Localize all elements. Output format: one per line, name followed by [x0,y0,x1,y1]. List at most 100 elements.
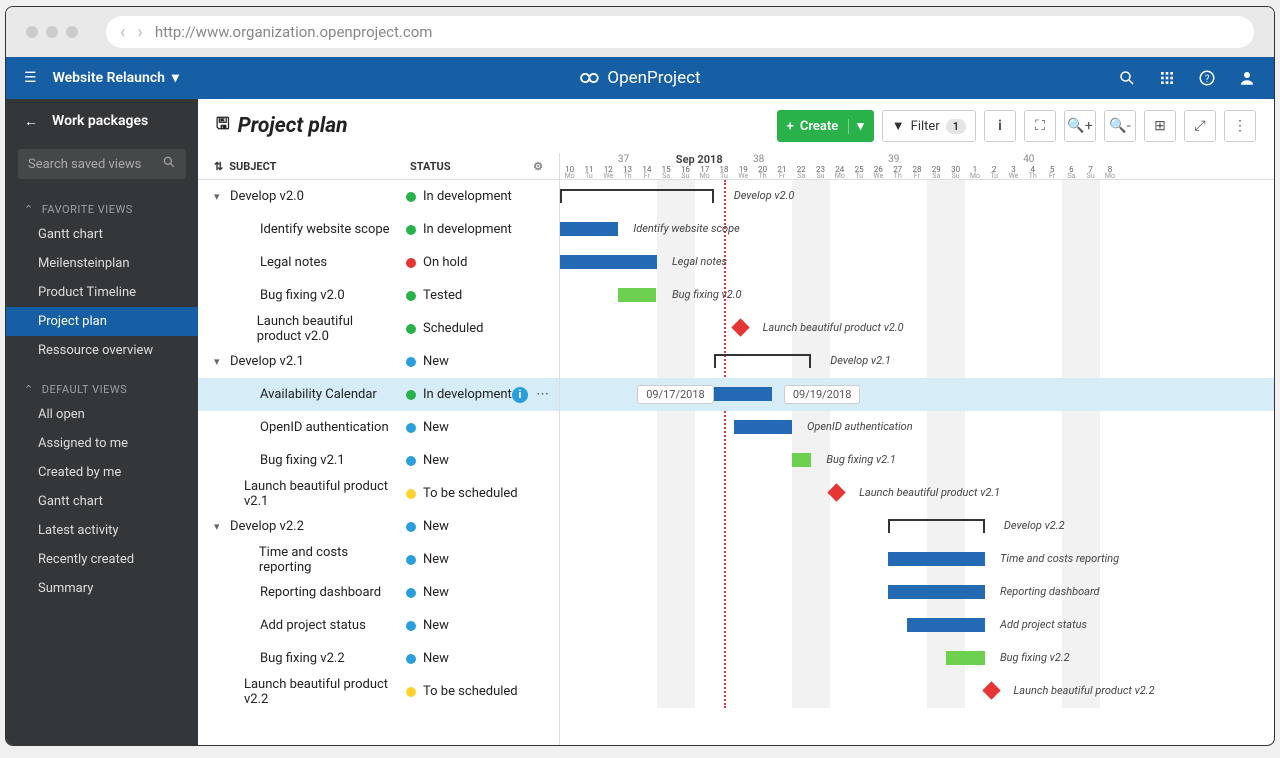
gantt-task-bar[interactable] [734,420,792,434]
gantt-milestone[interactable] [731,318,749,336]
default-views-head[interactable]: ⌃DEFAULT VIEWS [6,379,198,400]
gantt-row[interactable]: Launch beautiful product v2.0 [560,312,1274,345]
date-start-pill[interactable]: 09/17/2018 [637,385,714,404]
table-row[interactable]: Time and costs reportingNew [198,543,559,576]
auto-zoom-icon[interactable]: ⊞ [1144,110,1176,142]
gantt-task-bar[interactable] [618,288,657,302]
sidebar-item-summary[interactable]: Summary [6,574,198,603]
help-icon[interactable]: ? [1198,69,1216,87]
gantt-task-bar[interactable] [907,618,984,632]
hamburger-icon[interactable]: ☰ [24,70,37,86]
table-row[interactable]: ▾Develop v2.1New [198,345,559,378]
gantt-row[interactable]: Bug fixing v2.0 [560,279,1274,312]
sidebar-item-gantt-chart[interactable]: Gantt chart [6,220,198,249]
sidebar-item-recently-created[interactable]: Recently created [6,545,198,574]
sidebar-item-project-plan[interactable]: Project plan [6,307,198,336]
gantt-row[interactable]: Launch beautiful product v2.1 [560,477,1274,510]
zoom-out-icon[interactable]: 🔍- [1104,110,1136,142]
sidebar-item-assigned-to-me[interactable]: Assigned to me [6,429,198,458]
sidebar-item-product-timeline[interactable]: Product Timeline [6,278,198,307]
gantt-milestone[interactable] [827,483,845,501]
gantt-task-bar[interactable] [888,552,985,566]
project-selector[interactable]: Website Relaunch ▾ [53,70,179,86]
table-row[interactable]: Reporting dashboardNew [198,576,559,609]
table-row[interactable]: Bug fixing v2.0Tested [198,279,559,312]
date-end-pill[interactable]: 09/19/2018 [784,385,861,404]
gantt-row[interactable]: Time and costs reporting [560,543,1274,576]
table-row[interactable]: Add project statusNew [198,609,559,642]
traffic-light-close[interactable] [26,26,38,38]
table-row[interactable]: Bug fixing v2.1New [198,444,559,477]
gantt-task-bar[interactable] [714,387,772,401]
filter-button[interactable]: ▼Filter1 [882,110,976,142]
gantt-row[interactable]: Identify website scope [560,213,1274,246]
info-icon[interactable]: i [984,110,1016,142]
sidebar-item-meilensteinplan[interactable]: Meilensteinplan [6,249,198,278]
gantt-row[interactable]: Launch beautiful product v2.2 [560,675,1274,708]
chevron-down-icon[interactable]: ▾ [214,520,230,533]
sidebar-item-gantt-chart[interactable]: Gantt chart [6,487,198,516]
gantt-row[interactable]: Bug fixing v2.1 [560,444,1274,477]
gantt-row[interactable]: Develop v2.0 [560,180,1274,213]
gantt-timeline-header: Sep 20183738394010Mo11Tu12We13Th14Fr15Sa… [560,153,1274,180]
chevron-down-icon[interactable]: ▾ [214,190,230,203]
gantt-summary-bar[interactable] [560,189,714,203]
more-icon[interactable]: ⋯ [536,387,549,403]
expand-icon[interactable]: ⤢ [1184,110,1216,142]
search-icon[interactable] [1118,69,1136,87]
gantt-row[interactable]: Bug fixing v2.2 [560,642,1274,675]
gantt-task-bar[interactable] [888,585,985,599]
apps-grid-icon[interactable] [1158,69,1176,87]
table-row[interactable]: ▾Develop v2.0In development [198,180,559,213]
sidebar-back[interactable]: ← Work packages [6,99,198,143]
save-icon[interactable]: 🖫 [216,113,230,140]
gantt-summary-bar[interactable] [888,519,985,533]
sidebar-item-all-open[interactable]: All open [6,400,198,429]
traffic-light-min[interactable] [46,26,58,38]
table-row[interactable]: Availability CalendarIn developmenti⋯ [198,378,559,411]
brand-logo[interactable]: OpenProject [579,68,700,88]
zoom-in-icon[interactable]: 🔍+ [1064,110,1096,142]
sidebar-item-latest-activity[interactable]: Latest activity [6,516,198,545]
fullscreen-icon[interactable]: ⛶ [1024,110,1056,142]
gantt-task-bar[interactable] [560,222,618,236]
browser-back-icon[interactable]: ‹ [120,22,125,43]
gear-icon[interactable]: ⚙ [533,160,543,173]
gantt-row[interactable]: 09/17/2018 09/19/2018 [560,378,1274,411]
sort-icon[interactable]: ⇅ [214,160,223,173]
sidebar-search[interactable]: Search saved views [18,149,186,179]
row-subject: Develop v2.2 [230,519,304,534]
table-row[interactable]: Legal notesOn hold [198,246,559,279]
gantt-row[interactable]: OpenID authentication [560,411,1274,444]
table-row[interactable]: Launch beautiful product v2.1To be sched… [198,477,559,510]
create-button[interactable]: +Create▾ [777,110,874,142]
traffic-light-max[interactable] [66,26,78,38]
toolbar: 🖫 Project plan +Create▾ ▼Filter1 i ⛶ 🔍+ … [198,99,1274,153]
url-bar[interactable]: ‹ › http://www.organization.openproject.… [106,16,1254,48]
info-icon[interactable]: i [512,387,528,403]
gantt-task-bar[interactable] [792,453,811,467]
sidebar-item-created-by-me[interactable]: Created by me [6,458,198,487]
chevron-down-icon[interactable]: ▾ [214,355,230,368]
table-row[interactable]: Launch beautiful product v2.0Scheduled [198,312,559,345]
gantt-row[interactable]: Develop v2.2 [560,510,1274,543]
gantt-row[interactable]: Legal notes [560,246,1274,279]
sidebar-item-ressource-overview[interactable]: Ressource overview [6,336,198,365]
table-row[interactable]: OpenID authenticationNew [198,411,559,444]
table-row[interactable]: Launch beautiful product v2.2To be sched… [198,675,559,708]
gantt-row[interactable]: Add project status [560,609,1274,642]
more-menu-icon[interactable]: ⋮ [1224,110,1256,142]
gantt-task-bar[interactable] [560,255,657,269]
browser-fwd-icon[interactable]: › [137,22,142,43]
table-row[interactable]: ▾Develop v2.2New [198,510,559,543]
gantt-row[interactable]: Develop v2.1 [560,345,1274,378]
table-row[interactable]: Identify website scopeIn development [198,213,559,246]
gantt-task-bar[interactable] [946,651,985,665]
favorite-views-head[interactable]: ⌃FAVORITE VIEWS [6,199,198,220]
gantt-pane[interactable]: Sep 20183738394010Mo11Tu12We13Th14Fr15Sa… [560,153,1274,745]
table-row[interactable]: Bug fixing v2.2New [198,642,559,675]
gantt-milestone[interactable] [982,681,1000,699]
gantt-summary-bar[interactable] [714,354,811,368]
user-icon[interactable] [1238,69,1256,87]
gantt-row[interactable]: Reporting dashboard [560,576,1274,609]
